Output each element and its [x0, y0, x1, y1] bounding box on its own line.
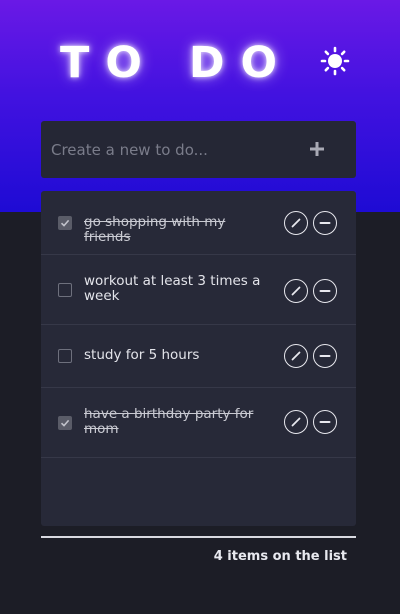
todo-text: have a birthday party for mom [84, 406, 254, 437]
sun-icon [320, 46, 350, 76]
minus-icon [319, 222, 331, 224]
todo-checkbox[interactable] [58, 283, 72, 297]
new-todo-input[interactable] [41, 121, 301, 178]
checkmark-icon [60, 219, 70, 227]
theme-toggle-button[interactable] [318, 46, 352, 76]
pencil-icon [291, 351, 301, 361]
minus-icon [319, 421, 331, 423]
todo-item: workout at least 3 times a week [41, 255, 356, 325]
todo-text: workout at least 3 times a week [84, 273, 261, 304]
todo-text: go shopping with my friends [84, 214, 226, 245]
pencil-icon [291, 218, 301, 228]
edit-todo-button[interactable] [284, 344, 308, 368]
delete-todo-button[interactable] [313, 211, 337, 235]
plus-icon [310, 142, 324, 156]
todo-text: study for 5 hours [84, 347, 200, 363]
edit-todo-button[interactable] [284, 279, 308, 303]
minus-icon [319, 355, 331, 357]
todo-list: go shopping with my friends workout at l… [41, 191, 356, 526]
todo-checkbox[interactable] [58, 349, 72, 363]
edit-todo-button[interactable] [284, 211, 308, 235]
app-title: TO DO [60, 38, 294, 88]
checkmark-icon [60, 419, 70, 427]
minus-icon [319, 290, 331, 292]
delete-todo-button[interactable] [313, 279, 337, 303]
delete-todo-button[interactable] [313, 344, 337, 368]
items-count: 4 items on the list [213, 549, 347, 564]
edit-todo-button[interactable] [284, 410, 308, 434]
delete-todo-button[interactable] [313, 410, 337, 434]
add-todo-button[interactable] [306, 138, 328, 160]
todo-checkbox[interactable] [58, 216, 72, 230]
todo-item: go shopping with my friends [41, 191, 356, 255]
header-banner [0, 0, 400, 212]
todo-item: study for 5 hours [41, 325, 356, 388]
footer-divider [41, 536, 356, 538]
pencil-icon [291, 286, 301, 296]
todo-checkbox[interactable] [58, 416, 72, 430]
pencil-icon [291, 417, 301, 427]
todo-item: have a birthday party for mom [41, 388, 356, 458]
